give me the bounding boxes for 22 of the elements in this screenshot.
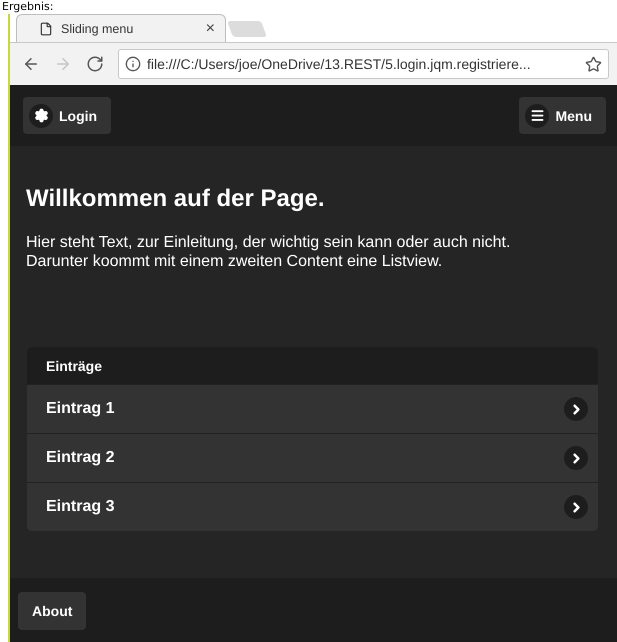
page-title: Willkommen auf der Page. <box>26 185 326 213</box>
about-button[interactable]: About <box>18 592 86 630</box>
close-icon[interactable]: × <box>206 20 215 38</box>
back-button[interactable] <box>22 55 40 73</box>
menu-button[interactable]: Menu <box>519 97 606 134</box>
address-field[interactable]: file:///C:/Users/joe/OneDrive/13.REST/5.login.jqm.registriere... <box>118 49 609 79</box>
star-icon[interactable] <box>585 56 602 72</box>
list-item[interactable]: Eintrag 2 <box>27 433 598 482</box>
login-button[interactable]: Login <box>23 97 112 134</box>
chevron-icon <box>564 397 588 421</box>
tab-title: Sliding menu <box>61 22 134 36</box>
chevron-icon <box>564 446 588 470</box>
caption-text: Ergebnis: <box>1 0 54 14</box>
intro-text: Hier steht Text, zur Einleitung, der wichtig sein kann oder auch nicht. Darunter koommt mit einem zweiten Content eine Listview. <box>26 233 512 271</box>
info-icon <box>125 56 141 72</box>
list-item[interactable]: Eintrag 3 <box>27 482 598 531</box>
menu-icon <box>530 108 545 123</box>
chevron-icon <box>564 495 588 519</box>
browser-tab[interactable]: Sliding menu × <box>16 14 226 42</box>
reload-button[interactable] <box>86 55 104 73</box>
list-item[interactable]: Eintrag 1 <box>27 384 598 433</box>
page-icon <box>39 22 53 36</box>
